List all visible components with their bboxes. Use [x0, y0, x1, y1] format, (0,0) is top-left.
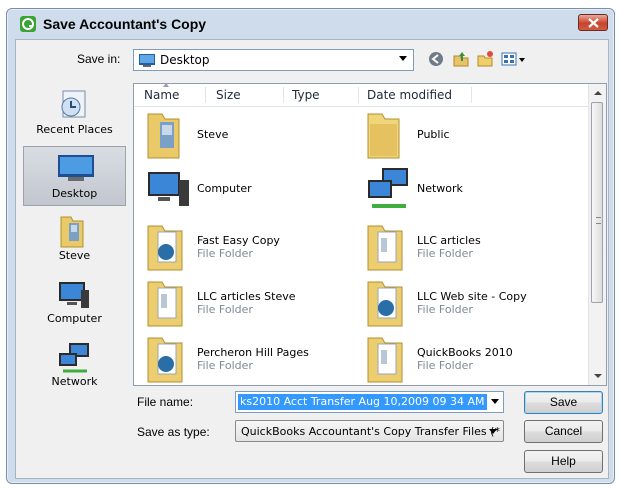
- save-in-dropdown[interactable]: Desktop: [133, 49, 414, 71]
- new-folder-icon[interactable]: [476, 50, 494, 68]
- file-list[interactable]: Name Size Type Date modified Steve Publi…: [133, 83, 607, 386]
- scroll-up-icon[interactable]: [594, 91, 602, 95]
- grip-icon: [596, 217, 601, 224]
- close-button[interactable]: [578, 14, 608, 31]
- file-item-fast-easy-copy[interactable]: Fast Easy Copy File Folder: [142, 222, 362, 274]
- file-name-value: ks2010 Acct Transfer Aug 10,2009 09 34 A…: [238, 394, 487, 410]
- views-menu-icon[interactable]: [501, 50, 527, 68]
- file-type: File Folder: [417, 303, 473, 316]
- desktop-icon: [139, 54, 155, 67]
- save-as-type-dropdown[interactable]: QuickBooks Accountant's Copy Transfer Fi…: [235, 420, 504, 442]
- place-desktop[interactable]: Desktop: [23, 146, 126, 206]
- desktop-icon: [58, 155, 94, 181]
- document-folder-icon: [367, 225, 403, 271]
- places-bar: Recent Places Desktop Steve Computer Net…: [23, 83, 126, 401]
- title-bar[interactable]: Save Accountant's Copy: [7, 9, 614, 39]
- quickbooks-app-icon: [20, 16, 36, 32]
- dialog-title: Save Accountant's Copy: [43, 16, 207, 32]
- file-name: LLC articles Steve: [197, 290, 296, 303]
- place-network[interactable]: Network: [23, 335, 126, 395]
- file-name: Computer: [197, 182, 252, 195]
- document-folder-icon: [147, 337, 183, 383]
- file-name: Fast Easy Copy: [197, 234, 280, 247]
- scroll-down-icon[interactable]: [594, 374, 602, 378]
- file-name: LLC Web site - Copy: [417, 290, 527, 303]
- place-label: Network: [51, 375, 98, 388]
- file-item-network[interactable]: Network: [362, 166, 582, 218]
- document-folder-icon: [367, 281, 403, 327]
- vertical-scrollbar[interactable]: [588, 84, 606, 385]
- network-icon: [368, 168, 408, 208]
- column-header-type[interactable]: Type: [292, 88, 320, 102]
- back-icon[interactable]: [427, 50, 445, 68]
- sort-ascending-icon: [163, 84, 169, 87]
- file-name: Steve: [197, 128, 229, 141]
- place-recent-places[interactable]: Recent Places: [23, 83, 126, 143]
- file-type: File Folder: [417, 247, 473, 260]
- folder-icon: [367, 113, 400, 159]
- column-header-row: Name Size Type Date modified: [134, 84, 589, 107]
- place-label: Computer: [47, 312, 102, 325]
- column-header-size[interactable]: Size: [216, 88, 241, 102]
- file-name: Public: [417, 128, 450, 141]
- place-steve[interactable]: Steve: [23, 209, 126, 269]
- chevron-down-icon: [399, 56, 407, 61]
- column-divider[interactable]: [358, 87, 359, 103]
- file-name: LLC articles: [417, 234, 481, 247]
- file-name: Network: [417, 182, 463, 195]
- column-divider[interactable]: [205, 87, 206, 103]
- document-folder-icon: [367, 337, 403, 383]
- file-item-llc-articles-steve[interactable]: LLC articles Steve File Folder: [142, 278, 362, 330]
- file-item-percheron-hill-pages[interactable]: Percheron Hill Pages File Folder: [142, 334, 362, 385]
- network-icon: [59, 343, 89, 373]
- scrollbar-thumb[interactable]: [591, 102, 603, 303]
- save-as-type-label: Save as type:: [137, 425, 210, 439]
- user-folder-icon: [147, 113, 180, 159]
- file-type: File Folder: [197, 303, 253, 316]
- file-item-llc-web-site-copy[interactable]: LLC Web site - Copy File Folder: [362, 278, 582, 330]
- chevron-down-icon[interactable]: [491, 399, 499, 404]
- file-item-quickbooks-2010[interactable]: QuickBooks 2010 File Folder: [362, 334, 582, 385]
- close-icon: [588, 18, 599, 28]
- column-header-name[interactable]: Name: [144, 88, 179, 102]
- place-label: Steve: [58, 249, 91, 262]
- computer-icon: [148, 172, 189, 206]
- file-type: File Folder: [417, 359, 473, 372]
- file-item-public[interactable]: Public: [362, 110, 582, 162]
- file-name: QuickBooks 2010: [417, 346, 513, 359]
- place-computer[interactable]: Computer: [23, 272, 126, 332]
- file-name-input[interactable]: ks2010 Acct Transfer Aug 10,2009 09 34 A…: [235, 391, 504, 413]
- chevron-down-icon: [489, 429, 497, 434]
- file-type: File Folder: [197, 359, 253, 372]
- save-in-label: Save in:: [77, 52, 121, 66]
- document-folder-icon: [147, 281, 183, 327]
- file-name: Percheron Hill Pages: [197, 346, 309, 359]
- dialog-window: Save Accountant's Copy Save in: Desktop: [6, 8, 615, 484]
- save-as-type-value: QuickBooks Accountant's Copy Transfer Fi…: [241, 425, 500, 438]
- save-in-value: Desktop: [160, 53, 210, 67]
- computer-icon: [59, 282, 89, 308]
- save-button[interactable]: Save: [524, 391, 603, 414]
- place-label: Recent Places: [36, 123, 113, 136]
- column-divider[interactable]: [283, 87, 284, 103]
- up-folder-icon[interactable]: [452, 50, 470, 68]
- file-type: File Folder: [197, 247, 253, 260]
- file-item-computer[interactable]: Computer: [142, 166, 362, 218]
- dialog-body: Save in: Desktop Recent Places Desktop S…: [15, 39, 609, 479]
- column-header-date-modified[interactable]: Date modified: [367, 88, 452, 102]
- file-item-steve[interactable]: Steve: [142, 110, 362, 162]
- user-folder-icon: [60, 216, 84, 248]
- column-divider[interactable]: [471, 87, 472, 103]
- cancel-button[interactable]: Cancel: [524, 420, 603, 443]
- file-name-label: File name:: [137, 395, 194, 409]
- file-item-llc-articles[interactable]: LLC articles File Folder: [362, 222, 582, 274]
- place-label: Desktop: [51, 187, 98, 200]
- recent-places-icon: [61, 90, 86, 118]
- help-button[interactable]: Help: [524, 450, 603, 473]
- document-folder-icon: [147, 225, 183, 271]
